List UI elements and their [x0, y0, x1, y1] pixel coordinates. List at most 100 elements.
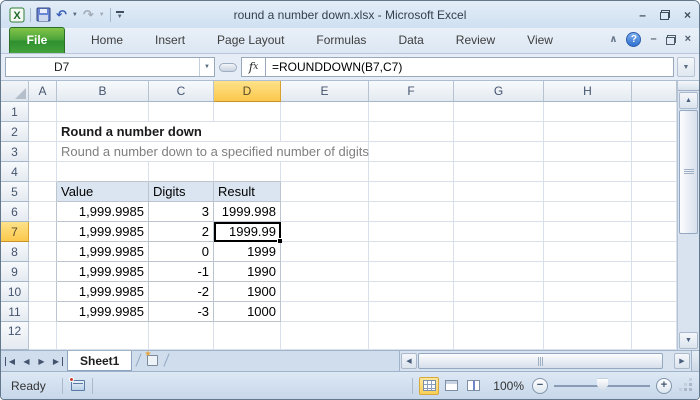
- column-header-a[interactable]: A: [29, 81, 57, 102]
- cell-d11[interactable]: 1000: [214, 302, 281, 322]
- cell-c9[interactable]: -1: [149, 262, 214, 282]
- cell-b6[interactable]: 1,999.9985: [57, 202, 149, 222]
- zoom-slider[interactable]: [554, 378, 650, 394]
- next-sheet-icon[interactable]: ▶: [35, 357, 48, 366]
- table-header-digits[interactable]: Digits: [149, 182, 214, 202]
- column-header-h[interactable]: H: [544, 81, 632, 102]
- sheet-tab-sheet1[interactable]: Sheet1: [67, 351, 132, 371]
- restore-window-icon[interactable]: [660, 10, 670, 20]
- horizontal-scrollbar[interactable]: ◀ ▶: [399, 351, 691, 371]
- scrollbar-split-handle[interactable]: [678, 81, 699, 91]
- first-sheet-icon[interactable]: ◀: [5, 357, 18, 366]
- resize-grip-icon[interactable]: [680, 379, 693, 392]
- record-macro-icon[interactable]: [69, 379, 86, 392]
- column-header-f[interactable]: F: [369, 81, 454, 102]
- cell-b9[interactable]: 1,999.9985: [57, 262, 149, 282]
- tab-home[interactable]: Home: [75, 28, 139, 53]
- previous-sheet-icon[interactable]: ◀: [20, 357, 33, 366]
- column-header-e[interactable]: E: [281, 81, 369, 102]
- row-header-10[interactable]: 10: [1, 282, 29, 302]
- tab-data[interactable]: Data: [382, 28, 439, 53]
- cell-b7[interactable]: 1,999.9985: [57, 222, 149, 242]
- cell-b11[interactable]: 1,999.9985: [57, 302, 149, 322]
- name-box-dropdown-icon[interactable]: ▼: [199, 58, 214, 76]
- fill-handle[interactable]: [277, 238, 282, 243]
- tab-insert[interactable]: Insert: [139, 28, 201, 53]
- cell-d9[interactable]: 1990: [214, 262, 281, 282]
- page-layout-view-button[interactable]: [441, 377, 461, 395]
- cell-d10[interactable]: 1900: [214, 282, 281, 302]
- name-box[interactable]: D7 ▼: [5, 57, 215, 77]
- zoom-out-icon[interactable]: −: [532, 378, 548, 394]
- save-icon[interactable]: [36, 7, 51, 22]
- scroll-down-icon[interactable]: ▼: [679, 332, 698, 349]
- scroll-up-icon[interactable]: ▲: [679, 92, 698, 109]
- normal-view-button[interactable]: [419, 377, 439, 395]
- column-header-d-selected[interactable]: D: [214, 81, 281, 102]
- vertical-scroll-thumb[interactable]: [679, 110, 698, 234]
- undo-icon[interactable]: ↶: [56, 8, 67, 21]
- formula-input[interactable]: =ROUNDDOWN(B7,C7): [265, 57, 674, 77]
- cell-b3-subtitle[interactable]: Round a number down to a specified numbe…: [57, 142, 369, 162]
- tab-formulas[interactable]: Formulas: [300, 28, 382, 53]
- row-header-8[interactable]: 8: [1, 242, 29, 262]
- minimize-window-icon[interactable]: –: [639, 9, 646, 21]
- row-header-12[interactable]: 12: [1, 322, 29, 350]
- cell-b8[interactable]: 1,999.9985: [57, 242, 149, 262]
- vertical-scroll-track[interactable]: [679, 110, 698, 331]
- cell-d7-selected[interactable]: 1999.99: [214, 222, 281, 242]
- horizontal-scroll-track[interactable]: [418, 353, 673, 369]
- row-header-4[interactable]: 4: [1, 162, 29, 182]
- minimize-workbook-icon[interactable]: –: [650, 34, 656, 45]
- expand-formula-bar-icon[interactable]: ▼: [677, 57, 695, 77]
- cell-b2-title[interactable]: Round a number down: [57, 122, 281, 142]
- insert-function-button[interactable]: fx: [241, 57, 265, 77]
- cell-c8[interactable]: 0: [149, 242, 214, 262]
- collapse-ribbon-icon[interactable]: ∧: [609, 34, 617, 45]
- scroll-right-icon[interactable]: ▶: [674, 353, 690, 369]
- cell-c7[interactable]: 2: [149, 222, 214, 242]
- cell-d8[interactable]: 1999: [214, 242, 281, 262]
- zoom-in-icon[interactable]: +: [656, 378, 672, 394]
- cell[interactable]: [29, 102, 57, 122]
- tab-review[interactable]: Review: [440, 28, 511, 53]
- cell-c10[interactable]: -2: [149, 282, 214, 302]
- row-header-3[interactable]: 3: [1, 142, 29, 162]
- row-header-2[interactable]: 2: [1, 122, 29, 142]
- scroll-left-icon[interactable]: ◀: [401, 353, 417, 369]
- cell-c6[interactable]: 3: [149, 202, 214, 222]
- insert-worksheet-icon[interactable]: ★: [145, 353, 160, 367]
- row-header-1[interactable]: 1: [1, 102, 29, 122]
- row-header-11[interactable]: 11: [1, 302, 29, 322]
- cell-d6[interactable]: 1999.998: [214, 202, 281, 222]
- zoom-level[interactable]: 100%: [493, 379, 524, 393]
- table-header-result[interactable]: Result: [214, 182, 281, 202]
- column-header-c[interactable]: C: [149, 81, 214, 102]
- close-window-icon[interactable]: ×: [684, 9, 691, 21]
- formula-bar-splitter[interactable]: [219, 63, 237, 72]
- cell-c11[interactable]: -3: [149, 302, 214, 322]
- restore-workbook-icon[interactable]: [666, 35, 676, 45]
- select-all-corner[interactable]: [1, 81, 29, 102]
- tab-view[interactable]: View: [511, 28, 569, 53]
- undo-dropdown-icon[interactable]: ▼: [72, 12, 78, 18]
- row-header-9[interactable]: 9: [1, 262, 29, 282]
- cell-b10[interactable]: 1,999.9985: [57, 282, 149, 302]
- row-header-5[interactable]: 5: [1, 182, 29, 202]
- page-break-view-button[interactable]: [463, 377, 483, 395]
- last-sheet-icon[interactable]: ▶: [50, 357, 63, 366]
- tab-split-handle[interactable]: [691, 351, 699, 371]
- tab-file[interactable]: File: [9, 27, 65, 53]
- zoom-slider-thumb[interactable]: [597, 379, 608, 392]
- close-workbook-icon[interactable]: ×: [685, 34, 691, 45]
- table-header-value[interactable]: Value: [57, 182, 149, 202]
- tab-page-layout[interactable]: Page Layout: [201, 28, 300, 53]
- row-header-6[interactable]: 6: [1, 202, 29, 222]
- row-header-7-selected[interactable]: 7: [1, 222, 29, 242]
- column-header-b[interactable]: B: [57, 81, 149, 102]
- customize-toolbar-icon[interactable]: ▼: [116, 11, 124, 19]
- help-icon[interactable]: ?: [626, 32, 641, 47]
- column-header-g[interactable]: G: [454, 81, 544, 102]
- horizontal-scroll-thumb[interactable]: [418, 353, 663, 369]
- vertical-scrollbar[interactable]: ▲ ▼: [677, 81, 699, 350]
